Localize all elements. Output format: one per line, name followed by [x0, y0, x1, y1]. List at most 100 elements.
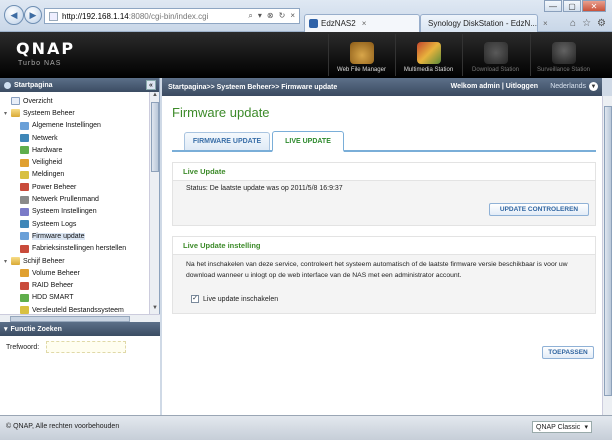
surveillance-station-button[interactable]: Surveillance Station	[530, 34, 596, 76]
settings-page-icon	[20, 207, 29, 216]
sidebar-item[interactable]: Netwerk	[0, 132, 159, 144]
forward-button[interactable]: ▶	[24, 6, 42, 24]
keyword-input[interactable]	[46, 341, 126, 353]
tab-live-update[interactable]: LIVE UPDATE	[272, 131, 344, 152]
app-label: Web File Manager	[337, 67, 386, 73]
apply-button[interactable]: TOEPASSEN	[542, 346, 594, 359]
window-controls: — ▢ ✕	[544, 0, 606, 14]
function-search-header: ▾ Functie Zoeken	[0, 322, 160, 336]
welcome-logout-link[interactable]: Welkom admin | Uitloggen	[451, 83, 538, 90]
sidebar-item-label: Netwerk Prullenmand	[32, 196, 99, 204]
web-file-manager-button[interactable]: Web File Manager	[328, 34, 394, 76]
url-text[interactable]: http://192.168.1.14:8080/cgi-bin/index.c…	[62, 12, 248, 21]
breadcrumb: Startpagina>> Systeem Beheer>> Firmware …	[168, 83, 338, 91]
settings-page-icon	[20, 121, 29, 130]
sidebar-item-label: Fabrieksinstellingen herstellen	[32, 245, 127, 253]
close-window-button[interactable]: ✕	[582, 0, 606, 12]
refresh-icon[interactable]: ↻	[279, 11, 286, 21]
back-button[interactable]: ◀	[4, 5, 24, 25]
sidebar-item[interactable]: Firmware update	[0, 230, 159, 242]
maximize-button[interactable]: ▢	[563, 0, 581, 12]
collapse-panel-button[interactable]: «	[146, 80, 156, 90]
sidebar-item[interactable]: Algemene Instellingen	[0, 120, 159, 132]
breadcrumb-bar: Startpagina>> Systeem Beheer>> Firmware …	[162, 78, 602, 96]
live-update-setting-section: Live Update instelling Na het inschakele…	[172, 236, 596, 314]
sidebar-item-label: Systeem Logs	[32, 220, 77, 228]
language-selector[interactable]: Nederlands ▼	[550, 82, 598, 91]
live-update-checkbox[interactable]: ✓	[191, 295, 199, 303]
settings-gear-icon[interactable]: ⚙	[597, 18, 606, 29]
function-search-title: Functie Zoeken	[10, 325, 62, 333]
browser-tab-synology[interactable]: Synology DiskStation - EdzN... ×	[420, 14, 548, 32]
sidebar-item[interactable]: Systeem Instellingen	[0, 206, 159, 218]
tree-horizontal-scrollbar[interactable]	[0, 314, 160, 322]
settings-page-icon	[20, 134, 29, 143]
sidebar-item-label: Schijf Beheer	[23, 257, 65, 265]
sidebar-item-label: Hardware	[32, 146, 63, 154]
url-host: http://192.168.1.14	[62, 11, 129, 21]
nav-panel-title: Startpagina	[14, 81, 53, 89]
sidebar-item[interactable]: Overzicht	[0, 95, 159, 107]
app-label: Surveillance Station	[536, 67, 591, 73]
tab-firmware-update[interactable]: FIRMWARE UPDATE	[184, 132, 270, 150]
sidebar-item[interactable]: ▾ Schijf Beheer	[0, 255, 159, 267]
tab-close-icon[interactable]: ×	[362, 19, 367, 28]
keyword-label: Trefwoord:	[6, 344, 40, 351]
theme-select[interactable]: QNAP Classic ▾	[532, 421, 592, 433]
live-update-section: Live Update Status: De laatste update wa…	[172, 162, 596, 226]
sidebar-item[interactable]: ▾ Systeem Beheer	[0, 107, 159, 119]
scroll-down-icon[interactable]: ▼	[150, 305, 159, 314]
camera-icon	[551, 42, 576, 64]
browser-tools: ⌂ ☆ ⚙	[570, 18, 606, 29]
check-update-button[interactable]: UPDATE CONTROLEREN	[489, 203, 589, 216]
settings-page-icon	[20, 158, 29, 167]
sidebar-item-label: Firmware update	[32, 232, 85, 240]
setting-description: Na het inschakelen van deze service, con…	[186, 261, 568, 279]
download-station-icon	[483, 42, 508, 64]
address-bar[interactable]: http://192.168.1.14:8080/cgi-bin/index.c…	[44, 8, 300, 24]
live-update-checkbox-row[interactable]: ✓ Live update inschakelen	[191, 295, 278, 303]
main-vertical-scrollbar[interactable]	[602, 96, 612, 415]
folder-icon	[11, 109, 20, 118]
logo-subtitle: Turbo NAS	[18, 60, 62, 67]
sidebar-item[interactable]: Veiligheid	[0, 156, 159, 168]
sidebar-item-label: RAID Beheer	[32, 282, 74, 290]
search-icon[interactable]: ⌕	[248, 11, 252, 21]
minimize-button[interactable]: —	[544, 0, 562, 12]
sidebar-item[interactable]: Meldingen	[0, 169, 159, 181]
sidebar-item[interactable]: Systeem Logs	[0, 218, 159, 230]
navigation-tree: Overzicht ▾ Systeem Beheer Algemene Instell…	[0, 92, 159, 314]
sidebar-item[interactable]: Volume Beheer	[0, 267, 159, 279]
sidebar-item-label: HDD SMART	[32, 294, 74, 302]
tab-close-icon[interactable]: ×	[543, 19, 548, 28]
download-station-button[interactable]: Download Station	[462, 34, 528, 76]
sidebar-item[interactable]: HDD SMART	[0, 292, 159, 304]
sidebar-item[interactable]: Power Beheer	[0, 181, 159, 193]
favorites-icon[interactable]: ☆	[582, 18, 591, 29]
collapse-arrow-icon[interactable]: ▾	[4, 325, 8, 333]
sidebar-item[interactable]: Fabrieksinstellingen herstellen	[0, 243, 159, 255]
browser-tab-edznas2[interactable]: EdzNAS2 ×	[304, 14, 420, 32]
sidebar-item-label: Overzicht	[23, 97, 53, 105]
tree-vertical-scrollbar[interactable]: ▲ ▼	[149, 92, 159, 314]
settings-page-icon	[20, 220, 29, 229]
sidebar-item[interactable]: Hardware	[0, 144, 159, 156]
scroll-up-icon[interactable]: ▲	[150, 92, 159, 101]
sidebar-item[interactable]: Netwerk Prullenmand	[0, 193, 159, 205]
settings-page-icon	[20, 146, 29, 155]
stop-icon[interactable]: ×	[290, 11, 295, 21]
dropdown-icon[interactable]: ▾	[258, 11, 262, 21]
sidebar-item[interactable]: Versleuteld Bestandssysteem	[0, 304, 159, 314]
multimedia-station-button[interactable]: Multimedia Station	[395, 34, 461, 76]
chevron-down-icon: ▾	[584, 424, 588, 431]
compat-view-icon[interactable]: ⊗	[267, 11, 274, 21]
sidebar-item-label: Power Beheer	[32, 183, 77, 191]
home-icon[interactable]: ⌂	[570, 18, 576, 29]
left-navigation-panel: Startpagina « Overzicht ▾ Systeem Beheer Al…	[0, 78, 160, 415]
expand-twisty-icon[interactable]: ▾	[4, 110, 11, 117]
scroll-thumb[interactable]	[151, 102, 159, 172]
sidebar-item[interactable]: RAID Beheer	[0, 279, 159, 291]
expand-twisty-icon[interactable]: ▾	[4, 258, 11, 265]
scroll-thumb[interactable]	[604, 106, 612, 396]
sidebar-item-label: Algemene Instellingen	[32, 122, 101, 130]
